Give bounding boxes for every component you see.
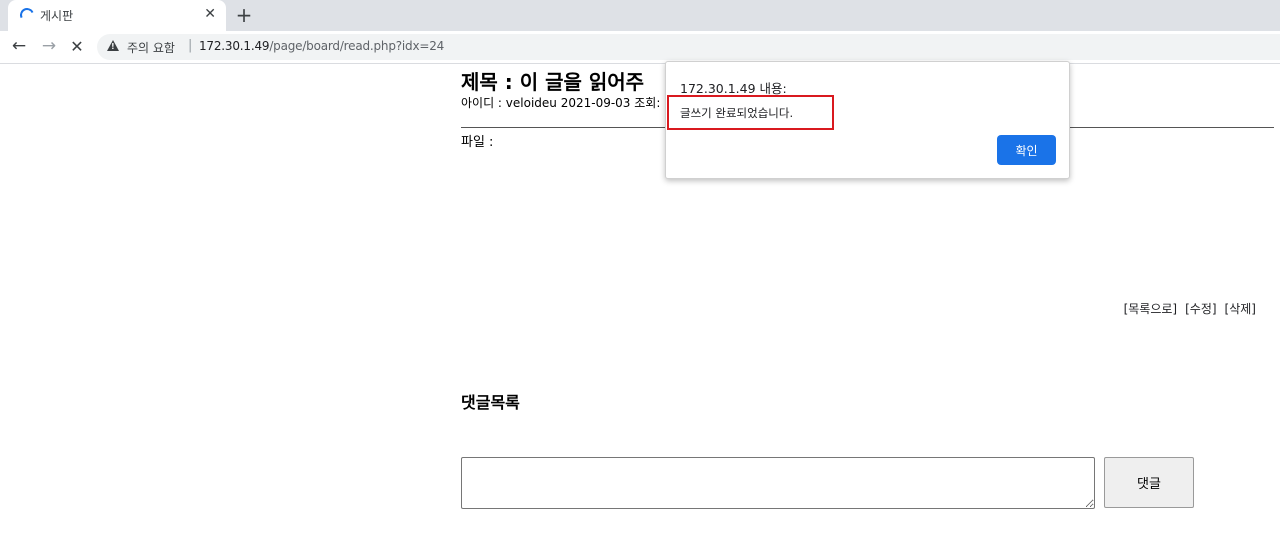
close-tab-icon[interactable]: ✕ [204,6,216,22]
comments-heading: 댓글목록 [461,393,520,412]
dialog-message: 글쓰기 완료되었습니다. [680,106,794,120]
security-status[interactable]: 주의 요함 [127,39,175,56]
stop-loading-button[interactable]: ✕ [66,37,88,56]
edit-link[interactable]: [수정] [1185,302,1216,316]
comment-submit-button[interactable]: 댓글 [1104,457,1194,508]
url-text[interactable]: 172.30.1.49/page/board/read.php?idx=24 [199,39,444,53]
delete-link[interactable]: [삭제] [1225,302,1256,316]
loading-spinner-icon [18,6,36,24]
new-tab-button[interactable]: + [234,3,254,27]
browser-toolbar: ← → ✕ 주의 요함 | 172.30.1.49/page/board/rea… [0,31,1280,64]
address-bar[interactable]: 주의 요함 | 172.30.1.49/page/board/read.php?… [97,34,1280,60]
post-actions: [목록으로] [수정] [삭제] [1116,300,1256,317]
url-path: /page/board/read.php?idx=24 [269,39,445,53]
url-host: 172.30.1.49 [199,39,270,53]
tab-title: 게시판 [40,9,74,23]
back-button[interactable]: ← [8,36,30,56]
back-to-list-link[interactable]: [목록으로] [1124,302,1178,316]
ok-button[interactable]: 확인 [997,135,1056,165]
alert-dialog: 172.30.1.49 내용: 글쓰기 완료되었습니다. 확인 [665,61,1070,179]
tab-strip: 게시판 ✕ + [0,0,1280,31]
warning-icon[interactable] [107,40,119,51]
post-title: 제목 : 이 글을 읽어주 [461,70,645,94]
file-label: 파일 : [461,135,494,150]
post-meta: 아이디 : veloideu 2021-09-03 조회: [461,96,661,110]
comment-input[interactable] [461,457,1095,509]
forward-button[interactable]: → [38,36,60,56]
browser-tab[interactable]: 게시판 ✕ [8,0,226,31]
url-separator: | [188,38,193,53]
